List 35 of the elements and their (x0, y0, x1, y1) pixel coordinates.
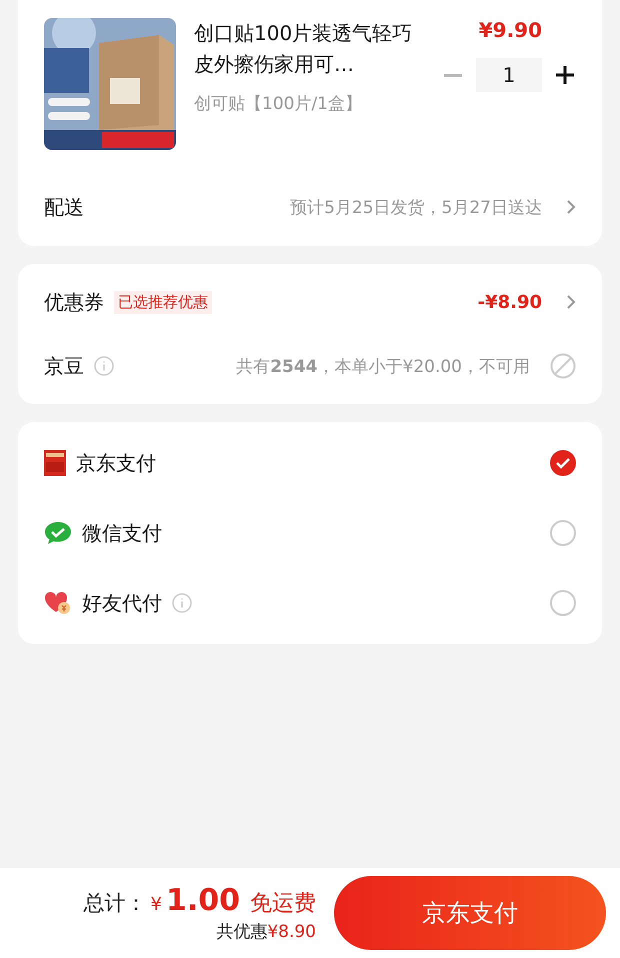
savings-label: 共优惠 (216, 921, 268, 943)
product-variant: 创可贴【100片/1盒】 (194, 93, 363, 115)
delivery-label: 配送 (44, 194, 84, 220)
radio-button[interactable] (550, 520, 576, 546)
quantity-field[interactable]: 1 (476, 58, 542, 92)
heart-coin-icon (44, 590, 72, 616)
coupon-discount: -¥8.90 (478, 292, 542, 312)
radio-button[interactable] (550, 590, 576, 616)
total-amount: 1.00 (166, 883, 240, 918)
currency-symbol: ¥ (150, 894, 162, 915)
chat-bubble-icon (44, 520, 72, 546)
payment-method: 京东支付 (76, 450, 156, 476)
beans-note: 共有2544，本单小于¥20.00，不可用 (236, 356, 530, 378)
wallet-icon (44, 450, 66, 476)
info-icon[interactable] (172, 593, 192, 613)
info-icon[interactable] (94, 356, 114, 376)
coupon-label: 优惠券 (44, 288, 104, 316)
plus-icon (555, 65, 575, 85)
check-icon (556, 457, 570, 469)
plus-button[interactable] (554, 64, 576, 86)
coupon-tag: 已选推荐优惠 (114, 290, 212, 314)
chevron-right-icon (566, 199, 576, 215)
delivery-estimate: 预计5月25日发货，5月27日送达 (290, 196, 542, 218)
beans-label: 京豆 (44, 352, 84, 380)
product-title: 创口贴100片装透气轻巧皮外擦伤家用可… (194, 20, 414, 78)
minus-icon (444, 74, 462, 76)
total-label: 总计： (84, 890, 147, 917)
payment-method: 好友代付 (82, 590, 162, 616)
payment-method: 微信支付 (82, 520, 162, 546)
pay-button[interactable]: 京东支付 (334, 876, 606, 950)
radio-button[interactable] (550, 450, 576, 476)
chevron-right-icon (566, 294, 576, 310)
shipping-note: 免运费 (250, 890, 316, 918)
product-price: ¥9.90 (478, 18, 542, 42)
savings-amount: ¥8.90 (267, 922, 316, 942)
